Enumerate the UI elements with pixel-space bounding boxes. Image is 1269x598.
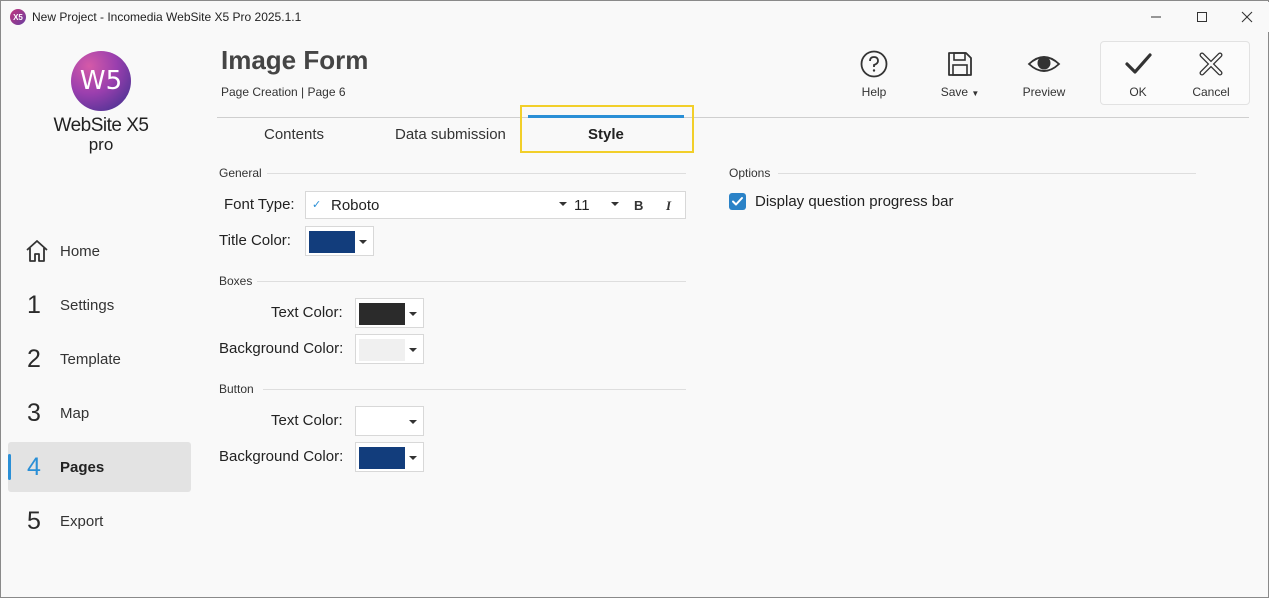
sidebar-item-label: Home [60,242,101,260]
bold-button[interactable]: B [634,198,643,213]
preview-label: Preview [1022,85,1066,99]
eye-icon [1027,56,1061,72]
checkmark-icon [1125,53,1152,74]
sidebar-item-label: Map [60,404,90,422]
ok-label: OK [1129,85,1147,99]
app-window: X5 New Project - Incomedia WebSite X5 Pr… [0,0,1269,598]
section-button: Button [219,382,254,396]
color-swatch [309,231,355,253]
title-color-picker[interactable] [305,226,374,256]
boxes-background-color-picker[interactable] [355,334,424,364]
tab-contents[interactable]: Contents [264,126,324,143]
font-selector[interactable]: ✓ Roboto 11 B I [305,191,686,219]
color-swatch [359,447,405,469]
section-divider [263,389,686,390]
sidebar-item-template[interactable]: 2 Template [8,334,191,384]
sidebar-item-label: Template [60,350,121,368]
progress-bar-label[interactable]: Display question progress bar [755,193,953,210]
sidebar-item-label: Export [60,512,104,530]
help-label: Help [861,85,887,99]
check-icon: ✓ [312,199,322,211]
chevron-down-icon [409,456,417,460]
step-number: 1 [27,290,41,319]
button-text-color-label: Text Color: [271,412,343,429]
close-icon [1241,11,1253,23]
boxes-background-color-label: Background Color: [219,340,344,357]
sidebar-item-settings[interactable]: 1 Settings [8,280,191,330]
help-icon [860,50,888,78]
minimize-icon [1151,16,1161,18]
save-icon [948,52,972,76]
chevron-down-icon: ▼ [971,89,980,98]
chevron-down-icon[interactable] [558,199,568,209]
sidebar-item-label: Pages [60,458,105,476]
preview-button[interactable]: Preview [1009,45,1079,101]
sidebar-item-home[interactable]: Home [8,226,191,276]
brand-name: WebSite X5 [53,115,149,136]
step-number: 2 [27,344,41,373]
step-number: 3 [27,398,41,427]
boxes-text-color-picker[interactable] [355,298,424,328]
title-bar: X5 New Project - Incomedia WebSite X5 Pr… [2,2,1269,32]
close-window-button[interactable] [1224,2,1269,32]
app-logo: W5 [71,51,131,111]
chevron-down-icon [409,348,417,352]
font-name-value: Roboto [331,197,380,214]
help-button[interactable]: Help [839,45,909,101]
save-label: Save [940,85,969,99]
brand-edition: pro [88,135,114,154]
sidebar-item-map[interactable]: 3 Map [8,388,191,438]
button-background-color-label: Background Color: [219,448,344,465]
window-title: New Project - Incomedia WebSite X5 Pro 2… [32,10,302,24]
cancel-label: Cancel [1192,85,1230,99]
ok-button[interactable]: OK [1103,45,1173,101]
sidebar-item-label: Settings [60,296,115,314]
step-number: 4 [27,452,41,481]
boxes-text-color-label: Text Color: [271,304,343,321]
color-swatch [359,303,405,325]
save-button[interactable]: Save ▼ [925,45,995,101]
home-icon [26,240,48,262]
button-background-color-picker[interactable] [355,442,424,472]
minimize-button[interactable] [1133,2,1179,32]
title-color-label: Title Color: [219,232,291,249]
app-icon: X5 [10,9,26,25]
tabs-divider [217,117,1249,118]
chevron-down-icon [359,240,367,244]
font-size-value: 11 [574,197,590,214]
section-boxes: Boxes [219,274,253,288]
cancel-button[interactable]: Cancel [1176,45,1246,101]
section-options: Options [729,166,771,180]
sidebar-item-pages[interactable]: 4 Pages [8,442,191,492]
breadcrumb: Page Creation | Page 6 [221,85,346,99]
step-number: 5 [27,506,41,535]
checkmark-icon [732,197,743,206]
color-swatch [359,411,405,433]
chevron-down-icon [409,312,417,316]
tab-data-submission[interactable]: Data submission [395,126,506,143]
color-swatch [359,339,405,361]
button-text-color-picker[interactable] [355,406,424,436]
progress-bar-checkbox[interactable] [729,193,746,210]
page-title: Image Form [221,45,369,75]
maximize-button[interactable] [1179,2,1225,32]
chevron-down-icon[interactable] [610,199,620,209]
sidebar-item-export[interactable]: 5 Export [8,496,191,546]
maximize-icon [1197,12,1207,22]
italic-button[interactable]: I [666,198,671,214]
section-divider [267,173,686,174]
section-general: General [219,166,262,180]
cancel-icon [1199,52,1223,76]
font-type-label: Font Type: [224,196,295,213]
section-divider [257,281,686,282]
highlight-box [520,105,694,153]
chevron-down-icon [409,420,417,424]
section-divider [778,173,1196,174]
logo-mark: W5 [79,66,123,96]
